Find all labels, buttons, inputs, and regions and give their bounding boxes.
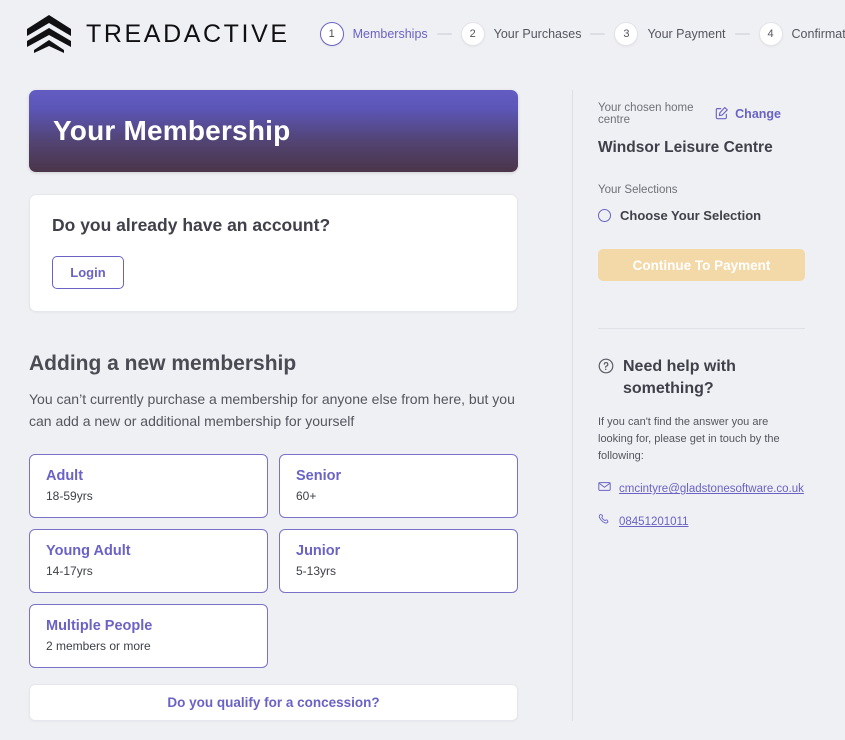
app-header: TREADACTIVE 1 Memberships 2 Your Purchas… [0,0,845,68]
phone-icon [598,513,611,531]
question-circle-icon [598,358,614,379]
step-label: Confirmation [791,27,845,41]
pencil-square-icon [715,106,729,123]
envelope-icon [598,480,611,498]
step-your-payment[interactable]: 3 Your Payment [614,22,726,46]
option-subtitle: 18-59yrs [46,488,93,503]
step-number: 4 [758,22,783,46]
brand-name: TREADACTIVE [86,19,290,48]
option-subtitle: 2 members or more [46,638,151,653]
option-subtitle: 14-17yrs [46,563,93,578]
help-phone-row: 08451201011 [598,513,781,531]
step-label: Your Purchases [493,27,582,41]
checkout-stepper: 1 Memberships 2 Your Purchases 3 Your Pa… [319,22,845,46]
page-body: Your Membership Do you already have an a… [0,68,845,721]
home-centre-row: Your chosen home centre Change [598,102,781,126]
membership-option-senior[interactable]: Senior 60+ [279,453,518,518]
change-label: Change [735,107,781,121]
step-number: 1 [319,22,344,46]
main-column: Your Membership Do you already have an a… [29,68,518,721]
step-label: Your Payment [647,27,726,41]
membership-option-adult[interactable]: Adult 18-59yrs [29,453,268,518]
login-button[interactable]: Login [52,256,124,289]
step-number: 2 [460,22,485,46]
home-centre-caption: Your chosen home centre [598,102,694,126]
concession-button[interactable]: Do you qualify for a concession? [29,683,518,721]
selection-placeholder-label: Choose Your Selection [620,208,762,223]
option-subtitle: 60+ [296,488,317,503]
help-email-row: cmcintyre@gladstonesoftware.co.uk [598,480,804,498]
page-title: Your Membership [53,115,291,146]
continue-to-payment-button[interactable]: Continue To Payment [598,249,805,281]
membership-type-grid: Adult 18-59yrs Senior 60+ Young Adult 14… [29,453,518,668]
adding-membership-subtitle: You can’t currently purchase a membershi… [29,391,515,429]
home-centre-name: Windsor Leisure Centre [598,139,773,156]
help-email-link[interactable]: cmcintyre@gladstonesoftware.co.uk [619,483,804,495]
stacked-chevron-logo-icon [26,14,72,54]
account-question: Do you already have an account? [52,215,331,235]
step-your-purchases[interactable]: 2 Your Purchases [460,22,582,46]
option-title: Multiple People [46,617,153,634]
membership-option-young-adult[interactable]: Young Adult 14-17yrs [29,528,268,593]
change-centre-link[interactable]: Change [715,106,781,123]
step-memberships[interactable]: 1 Memberships [319,22,428,46]
step-connector [734,33,750,35]
selection-row[interactable]: Choose Your Selection [598,208,781,223]
step-connector [436,33,452,35]
membership-hero-banner: Your Membership [29,90,518,172]
help-heading-row: Need help with something? [598,356,781,399]
step-connector [590,33,606,35]
step-confirmation[interactable]: 4 Confirmation [758,22,845,46]
step-label: Memberships [352,27,428,41]
radio-unchecked-icon[interactable] [598,209,611,222]
membership-option-multiple-people[interactable]: Multiple People 2 members or more [29,603,268,668]
option-title: Young Adult [46,542,131,559]
membership-option-junior[interactable]: Junior 5-13yrs [279,528,518,593]
option-subtitle: 5-13yrs [296,563,337,578]
existing-account-card: Do you already have an account? Login [29,194,518,312]
your-selections-caption: Your Selections [598,184,678,196]
adding-membership-title: Adding a new membership [29,352,297,375]
step-number: 3 [614,22,639,46]
page-root: TREADACTIVE 1 Memberships 2 Your Purchas… [0,0,845,740]
brand-logo[interactable]: TREADACTIVE [26,14,290,54]
option-title: Senior [296,467,342,484]
option-title: Junior [296,542,341,559]
sidebar-divider [598,328,805,329]
help-phone-link[interactable]: 08451201011 [619,516,689,528]
option-title: Adult [46,467,84,484]
concession-label: Do you qualify for a concession? [167,694,380,710]
summary-sidebar: Your chosen home centre Change Windsor L… [573,68,805,721]
help-subtitle: If you can't find the answer you are loo… [598,416,780,463]
help-title: Need help with something? [623,358,736,397]
